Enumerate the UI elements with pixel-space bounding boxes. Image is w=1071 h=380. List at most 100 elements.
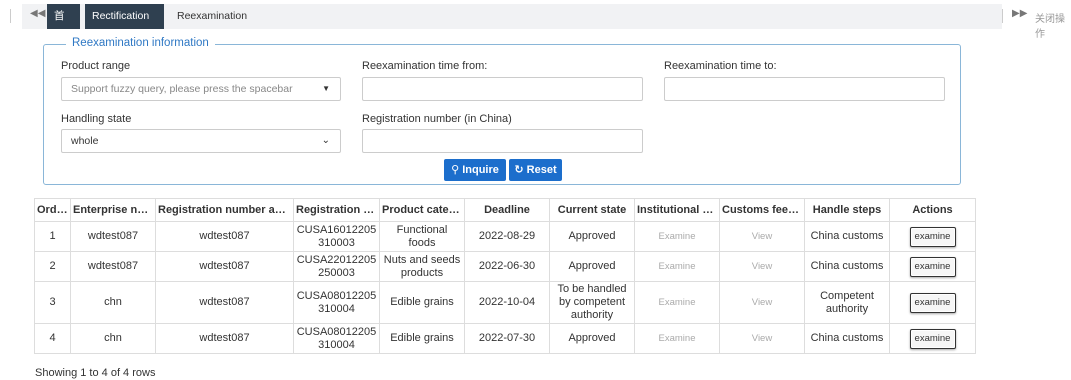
cell-handle-steps: China customs	[804, 323, 890, 354]
cell-registration-number: CUSA16012205310003	[293, 221, 380, 252]
col-header-customs-feedback[interactable]: Customs feedb...	[719, 198, 805, 222]
examine-link[interactable]: Examine	[634, 323, 720, 354]
cell-actions: examine	[889, 281, 976, 324]
col-header-enterprise-name[interactable]: Enterprise name	[70, 198, 156, 222]
cell-deadline: 2022-10-04	[464, 281, 550, 324]
cell-actions: examine	[889, 323, 976, 354]
view-link[interactable]: View	[719, 281, 805, 324]
cell-current-state: Approved	[549, 323, 635, 354]
cell-registration-approval: wdtest087	[155, 323, 294, 354]
table-header-row: Orde... Enterprise name Registration num…	[34, 198, 976, 222]
results-table: Orde... Enterprise name Registration num…	[34, 198, 976, 354]
view-link[interactable]: View	[719, 221, 805, 252]
tab-bar-edge	[10, 9, 11, 23]
pagination-info: Showing 1 to 4 of 4 rows	[35, 367, 156, 379]
col-header-institutional-feedback[interactable]: Institutional fe...	[634, 198, 720, 222]
table-row: 3 chn wdtest087 CUSA08012205310004 Edibl…	[34, 281, 976, 324]
tab-home-label: 首页	[54, 10, 65, 47]
scroll-left-icon[interactable]: ◀◀	[30, 8, 45, 19]
col-header-deadline[interactable]: Deadline	[464, 198, 550, 222]
product-range-label: Product range	[61, 60, 131, 72]
inquire-button[interactable]: ⚲ Inquire	[444, 159, 506, 181]
cell-registration-approval: wdtest087	[155, 221, 294, 252]
cell-handle-steps: China customs	[804, 221, 890, 252]
registration-number-label: Registration number (in China)	[362, 113, 512, 125]
cell-product-category: Nuts and seeds products	[379, 251, 465, 282]
chevron-down-icon: ⌄	[321, 135, 330, 146]
examine-button[interactable]: examine	[909, 226, 956, 247]
tab-home[interactable]: 首页	[47, 4, 80, 47]
col-header-actions: Actions	[889, 198, 976, 222]
cell-registration-approval: wdtest087	[155, 281, 294, 324]
handling-state-value: whole	[71, 135, 99, 147]
cell-handle-steps: Competent authority	[804, 281, 890, 324]
cell-order: 4	[34, 323, 71, 354]
cell-current-state: To be handled by competent authority	[549, 281, 635, 324]
cell-enterprise-name: wdtest087	[70, 251, 156, 282]
examine-button[interactable]: examine	[909, 292, 956, 313]
time-from-input[interactable]	[362, 77, 643, 101]
tab-strip	[22, 4, 1002, 29]
col-header-order[interactable]: Orde...	[34, 198, 71, 222]
col-header-current-state[interactable]: Current state	[549, 198, 635, 222]
cell-order: 1	[34, 221, 71, 252]
tab-rectification-label: Rectification	[92, 10, 150, 22]
col-header-registration-number[interactable]: Registration nu...	[293, 198, 380, 222]
inquire-label: Inquire	[462, 164, 499, 176]
cell-order: 2	[34, 251, 71, 282]
close-operations-button[interactable]: 关闭操作	[1035, 10, 1071, 40]
tab-rectification[interactable]: Rectification×	[85, 4, 164, 46]
examine-link[interactable]: Examine	[634, 221, 720, 252]
refresh-icon: ↻	[514, 164, 524, 176]
handling-state-select[interactable]: whole ⌄	[61, 129, 341, 153]
scroll-right-icon[interactable]: ▶▶	[1012, 8, 1027, 19]
cell-registration-number: CUSA08012205310004	[293, 281, 380, 324]
table-row: 4 chn wdtest087 CUSA08012205310004 Edibl…	[34, 323, 976, 354]
cell-registration-number: CUSA08012205310004	[293, 323, 380, 354]
tab-reexamination[interactable]: Reexamination×	[170, 4, 254, 46]
reset-label: Reset	[526, 164, 557, 176]
cell-enterprise-name: wdtest087	[70, 221, 156, 252]
cell-enterprise-name: chn	[70, 281, 156, 324]
cell-handle-steps: China customs	[804, 251, 890, 282]
col-header-handle-steps[interactable]: Handle steps	[804, 198, 890, 222]
time-to-input[interactable]	[664, 77, 945, 101]
time-to-label: Reexamination time to:	[664, 60, 777, 72]
handling-state-label: Handling state	[61, 113, 132, 125]
examine-link[interactable]: Examine	[634, 281, 720, 324]
col-header-registration-approval[interactable]: Registration number appr...	[155, 198, 294, 222]
cell-product-category: Edible grains	[379, 323, 465, 354]
cell-enterprise-name: chn	[70, 323, 156, 354]
cell-current-state: Approved	[549, 251, 635, 282]
tab-bar-edge	[1002, 9, 1003, 23]
examine-button[interactable]: examine	[909, 256, 956, 277]
panel-legend: Reexamination information	[66, 37, 215, 49]
search-icon: ⚲	[451, 164, 460, 176]
registration-number-input[interactable]	[362, 129, 643, 153]
time-from-label: Reexamination time from:	[362, 60, 488, 72]
examine-link[interactable]: Examine	[634, 251, 720, 282]
cell-product-category: Edible grains	[379, 281, 465, 324]
col-header-product-category[interactable]: Product catego...	[379, 198, 465, 222]
tab-reexamination-label: Reexamination	[177, 10, 248, 22]
product-range-placeholder: Support fuzzy query, please press the sp…	[71, 83, 293, 95]
cell-actions: examine	[889, 221, 976, 252]
cell-order: 3	[34, 281, 71, 324]
cell-deadline: 2022-07-30	[464, 323, 550, 354]
view-link[interactable]: View	[719, 251, 805, 282]
cell-deadline: 2022-06-30	[464, 251, 550, 282]
view-link[interactable]: View	[719, 323, 805, 354]
cell-registration-number: CUSA22012205250003	[293, 251, 380, 282]
cell-actions: examine	[889, 251, 976, 282]
cell-registration-approval: wdtest087	[155, 251, 294, 282]
table-row: 2 wdtest087 wdtest087 CUSA22012205250003…	[34, 251, 976, 282]
tab-bar: ◀◀ 首页 Rectification× Reexamination× ▶▶ 关…	[0, 0, 1071, 47]
product-range-select[interactable]: Support fuzzy query, please press the sp…	[61, 77, 341, 101]
cell-deadline: 2022-08-29	[464, 221, 550, 252]
cell-current-state: Approved	[549, 221, 635, 252]
table-row: 1 wdtest087 wdtest087 CUSA16012205310003…	[34, 221, 976, 252]
cell-product-category: Functional foods	[379, 221, 465, 252]
reset-button[interactable]: ↻ Reset	[509, 159, 562, 181]
chevron-down-icon: ▼	[322, 84, 330, 93]
examine-button[interactable]: examine	[909, 328, 956, 349]
